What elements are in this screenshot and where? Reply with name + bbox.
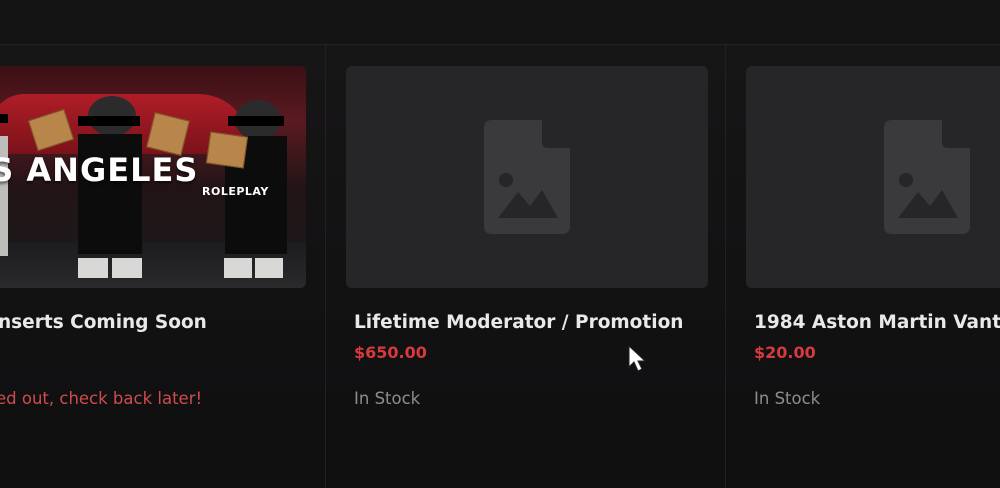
censor-bar	[228, 116, 284, 126]
banner-headline: OS ANGELES	[0, 151, 199, 189]
stock-status: In Stock	[354, 389, 421, 408]
banner-figure-leg	[255, 258, 283, 278]
stock-status: In Stock	[754, 389, 821, 408]
product-title[interactable]: 1984 Aston Martin Vantag	[754, 312, 1000, 333]
censor-bar	[78, 116, 140, 126]
banner-figure-leg	[224, 258, 252, 278]
product-title[interactable]: Lifetime Moderator / Promotion	[354, 312, 683, 333]
store-page: OS ANGELES ROLEPLAY nserts Coming Soon e…	[0, 0, 1000, 488]
product-price: $20.00	[754, 343, 816, 362]
mouse-pointer-icon	[628, 345, 647, 372]
product-card[interactable]: 1984 Aston Martin Vantag $20.00 In Stock	[726, 44, 1000, 488]
product-title[interactable]: nserts Coming Soon	[0, 312, 207, 333]
image-file-icon	[484, 120, 570, 234]
banner-figure-leg	[78, 258, 108, 278]
banner-subline: ROLEPLAY	[202, 185, 269, 198]
product-image-placeholder[interactable]	[346, 66, 708, 288]
product-card[interactable]: OS ANGELES ROLEPLAY nserts Coming Soon e…	[0, 44, 325, 488]
product-image-placeholder[interactable]	[746, 66, 1000, 288]
product-image-banner[interactable]: OS ANGELES ROLEPLAY	[0, 66, 306, 288]
banner-sign	[205, 131, 249, 169]
product-card[interactable]: Lifetime Moderator / Promotion $650.00 I…	[326, 44, 725, 488]
image-file-icon	[884, 120, 970, 234]
censor-bar	[0, 114, 8, 123]
stock-status: ed out, check back later!	[0, 389, 203, 408]
product-price: $650.00	[354, 343, 427, 362]
banner-figure-leg	[112, 258, 142, 278]
top-bar	[0, 0, 1000, 45]
